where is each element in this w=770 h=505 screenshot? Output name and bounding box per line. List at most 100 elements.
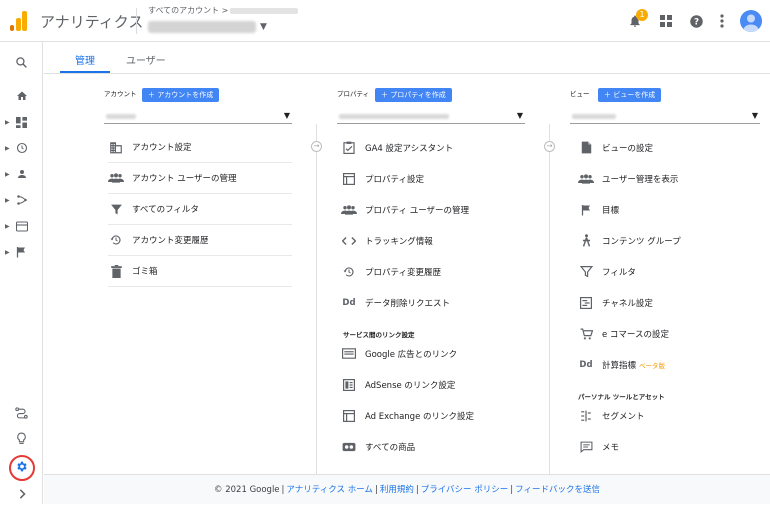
attribution-icon[interactable]: [0, 403, 43, 423]
all-products-item[interactable]: すべての商品: [341, 431, 525, 462]
ga4-assistant-item[interactable]: GA4 設定アシスタント: [341, 132, 525, 163]
property-settings-item[interactable]: プロパティ設定: [341, 163, 525, 194]
account-selector-redacted[interactable]: [148, 21, 256, 33]
data-deletion-item[interactable]: Dd データ削除リクエスト: [341, 287, 525, 318]
arrow-circle-icon: →: [544, 141, 555, 152]
cart-icon: [578, 326, 594, 342]
adsense-link-item[interactable]: AdSense のリンク設定: [341, 369, 525, 400]
privacy-link[interactable]: プライバシー ポリシー: [421, 485, 509, 495]
breadcrumb-redacted: [230, 7, 299, 14]
all-products-label: すべての商品: [365, 442, 416, 453]
property-select[interactable]: ▼: [337, 110, 525, 124]
segment-icon: [578, 408, 594, 424]
goals-item[interactable]: 目標: [578, 194, 762, 225]
help-icon[interactable]: ?: [687, 12, 705, 30]
ads-icon: [341, 346, 357, 362]
annotations-label: メモ: [602, 442, 620, 453]
history-icon: [108, 232, 124, 248]
link-icon: [341, 439, 357, 455]
more-vert-icon[interactable]: [713, 12, 731, 30]
analytics-logo[interactable]: [10, 11, 28, 31]
create-property-button[interactable]: ＋ プロパティを作成: [375, 88, 452, 102]
segments-item[interactable]: セグメント: [578, 400, 762, 431]
google-ads-link-item[interactable]: Google 広告とのリンク: [341, 338, 525, 369]
highlight-circle: [9, 455, 35, 481]
analytics-home-link[interactable]: アナリティクス ホーム: [286, 485, 373, 495]
property-users-item[interactable]: プロパティ ユーザーの管理: [341, 194, 525, 225]
feedback-link[interactable]: フィードバックを送信: [515, 485, 600, 495]
avatar[interactable]: [740, 10, 762, 32]
expand-arrow-icon: ▶: [5, 170, 10, 178]
comment-icon: [578, 439, 594, 455]
customization-icon[interactable]: ▶: [0, 112, 43, 132]
search-icon[interactable]: [0, 52, 43, 72]
tab-admin[interactable]: 管理: [75, 52, 95, 67]
account-column: アカウント ＋ アカウントを作成 ▼ アカウント設定 アカウント ユーザーの管理…: [104, 74, 294, 472]
account-users-item[interactable]: アカウント ユーザーの管理: [108, 163, 292, 194]
breadcrumb[interactable]: すべてのアカウント >: [148, 5, 299, 16]
tracking-info-label: トラッキング情報: [365, 236, 433, 247]
property-settings-label: プロパティ設定: [365, 174, 424, 185]
ad-exchange-link-label: Ad Exchange のリンク設定: [365, 411, 474, 422]
flag-icon[interactable]: ▶: [0, 242, 43, 262]
filter-icon: [578, 264, 594, 280]
expand-sidebar-icon[interactable]: [0, 484, 43, 504]
window-icon: [341, 171, 357, 187]
segments-label: セグメント: [602, 411, 645, 422]
account-heading: アカウント: [104, 90, 137, 98]
create-account-button[interactable]: ＋ アカウントを作成: [142, 88, 220, 102]
lightbulb-icon[interactable]: [0, 428, 43, 448]
ecommerce-settings-item[interactable]: e コマースの設定: [578, 318, 762, 349]
property-heading: プロパティ: [337, 90, 370, 98]
people-icon: [108, 170, 124, 186]
notification-badge: 1: [636, 9, 648, 21]
ad-exchange-link-item[interactable]: Ad Exchange のリンク設定: [341, 400, 525, 431]
account-select[interactable]: ▼: [104, 110, 292, 124]
column-divider: [316, 124, 317, 474]
clock-icon[interactable]: ▶: [0, 138, 43, 158]
property-history-item[interactable]: プロパティ変更履歴: [341, 256, 525, 287]
trash-item[interactable]: ゴミ箱: [108, 256, 292, 287]
view-filters-item[interactable]: フィルタ: [578, 256, 762, 287]
expand-arrow-icon: ▶: [5, 144, 10, 152]
trash-icon: [108, 263, 124, 279]
breadcrumb-label: すべてのアカウント >: [148, 6, 229, 15]
flag-icon: [578, 202, 594, 218]
column-divider: [549, 124, 550, 474]
dd-icon: Dd: [342, 297, 356, 308]
property-history-label: プロパティ変更履歴: [365, 267, 441, 278]
account-history-item[interactable]: アカウント変更履歴: [108, 225, 292, 256]
tracking-info-item[interactable]: トラッキング情報: [341, 225, 525, 256]
view-filters-label: フィルタ: [602, 267, 636, 278]
expand-arrow-icon: ▶: [5, 118, 10, 126]
trash-label: ゴミ箱: [132, 267, 158, 277]
history-icon: [341, 264, 357, 280]
caret-down-icon[interactable]: ▼: [260, 22, 267, 32]
view-select-redacted: [572, 114, 616, 119]
create-view-button[interactable]: ＋ ビューを作成: [598, 88, 662, 102]
acquisition-icon[interactable]: ▶: [0, 190, 43, 210]
people-icon: [578, 171, 594, 187]
apps-grid-icon[interactable]: [657, 12, 675, 30]
person-icon[interactable]: ▶: [0, 164, 43, 184]
view-select[interactable]: ▼: [570, 110, 760, 124]
channel-settings-item[interactable]: チャネル設定: [578, 287, 762, 318]
account-settings-item[interactable]: アカウント設定: [108, 132, 292, 163]
calculated-metrics-item[interactable]: Dd 計算指標 ベータ版: [578, 349, 762, 380]
all-filters-item[interactable]: すべてのフィルタ: [108, 194, 292, 225]
ad-exchange-icon: [341, 408, 357, 424]
top-header: アナリティクス すべてのアカウント > ▼ 1 ?: [0, 0, 770, 42]
annotations-item[interactable]: メモ: [578, 431, 762, 462]
svg-text:?: ?: [693, 17, 698, 27]
view-settings-item[interactable]: ビューの設定: [578, 132, 762, 163]
caret-down-icon: ▼: [751, 111, 758, 120]
behavior-icon[interactable]: ▶: [0, 216, 43, 236]
terms-link[interactable]: 利用規約: [380, 485, 414, 495]
home-icon[interactable]: [0, 86, 43, 106]
content-grouping-item[interactable]: コンテンツ グループ: [578, 225, 762, 256]
view-users-label: ユーザー管理を表示: [602, 174, 679, 185]
view-users-item[interactable]: ユーザー管理を表示: [578, 163, 762, 194]
tab-user[interactable]: ユーザー: [126, 52, 166, 67]
view-settings-label: ビューの設定: [602, 143, 654, 154]
account-users-label: アカウント ユーザーの管理: [132, 174, 237, 184]
